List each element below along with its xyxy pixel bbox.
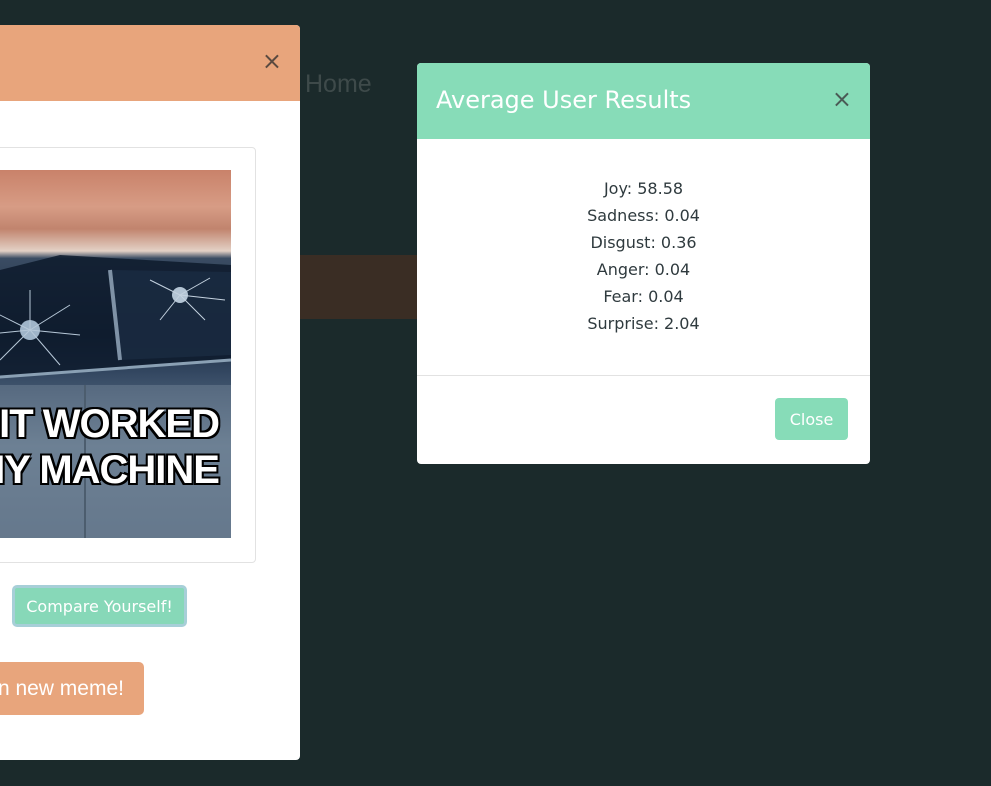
result-sadness: Sadness: 0.04 (587, 206, 700, 225)
result-joy: Joy: 58.58 (603, 179, 684, 198)
modal-footer-divider (417, 375, 870, 376)
close-icon[interactable]: × (262, 47, 282, 75)
results-modal: Average User Results × Joy: 58.58 Sadnes… (417, 63, 870, 464)
meme-modal: × IT WORKED Y MACHINE Compare Yourself! … (0, 25, 300, 760)
meme-image: IT WORKED MY MACHINE (0, 170, 231, 538)
close-icon[interactable]: × (832, 85, 852, 113)
result-anger: Anger: 0.04 (596, 260, 691, 279)
results-list: Joy: 58.58 Sadness: 0.04 Disgust: 0.36 A… (417, 175, 870, 337)
meme-caption-line-2: MY MACHINE (0, 448, 220, 492)
nav-link-home: Home (305, 70, 372, 98)
meme-caption-line-1: IT WORKED (0, 402, 220, 446)
result-surprise: Surprise: 2.04 (587, 314, 700, 333)
close-button[interactable]: Close (775, 398, 848, 440)
page: Home × IT WORKED Y MACHINE Compare Yours… (0, 0, 991, 786)
result-fear: Fear: 0.04 (603, 287, 684, 306)
result-disgust: Disgust: 0.36 (590, 233, 697, 252)
compare-yourself-button[interactable]: Compare Yourself! (12, 585, 187, 627)
new-meme-button[interactable]: n new meme! (0, 662, 144, 715)
results-modal-header: Average User Results × (417, 63, 870, 139)
background-banner (300, 255, 420, 319)
meme-modal-header: × (0, 25, 300, 101)
results-modal-title: Average User Results (436, 86, 692, 114)
